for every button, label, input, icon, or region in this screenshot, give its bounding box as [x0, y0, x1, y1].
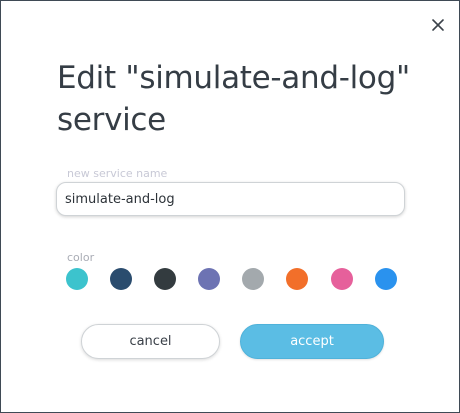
edit-service-dialog: Edit "simulate-and-log" service new serv…: [0, 0, 460, 413]
color-swatch-pink[interactable]: [330, 268, 353, 290]
color-swatch-lavender[interactable]: [198, 268, 221, 290]
color-swatch-teal[interactable]: [66, 268, 88, 290]
color-swatch-orange[interactable]: [286, 268, 309, 290]
color-swatch-gray[interactable]: [242, 268, 265, 290]
close-button[interactable]: [429, 16, 447, 34]
color-swatches: [66, 268, 397, 290]
service-name-label: new service name: [67, 167, 168, 180]
color-swatch-blue[interactable]: [374, 268, 397, 290]
cancel-button[interactable]: cancel: [81, 324, 220, 359]
color-label: color: [67, 251, 95, 264]
accept-button[interactable]: accept: [240, 324, 384, 359]
close-icon: [432, 19, 444, 31]
service-name-input[interactable]: [56, 182, 405, 216]
dialog-title: Edit "simulate-and-log" service: [57, 60, 410, 138]
color-swatch-navy[interactable]: [110, 268, 133, 290]
color-swatch-charcoal[interactable]: [154, 268, 177, 290]
